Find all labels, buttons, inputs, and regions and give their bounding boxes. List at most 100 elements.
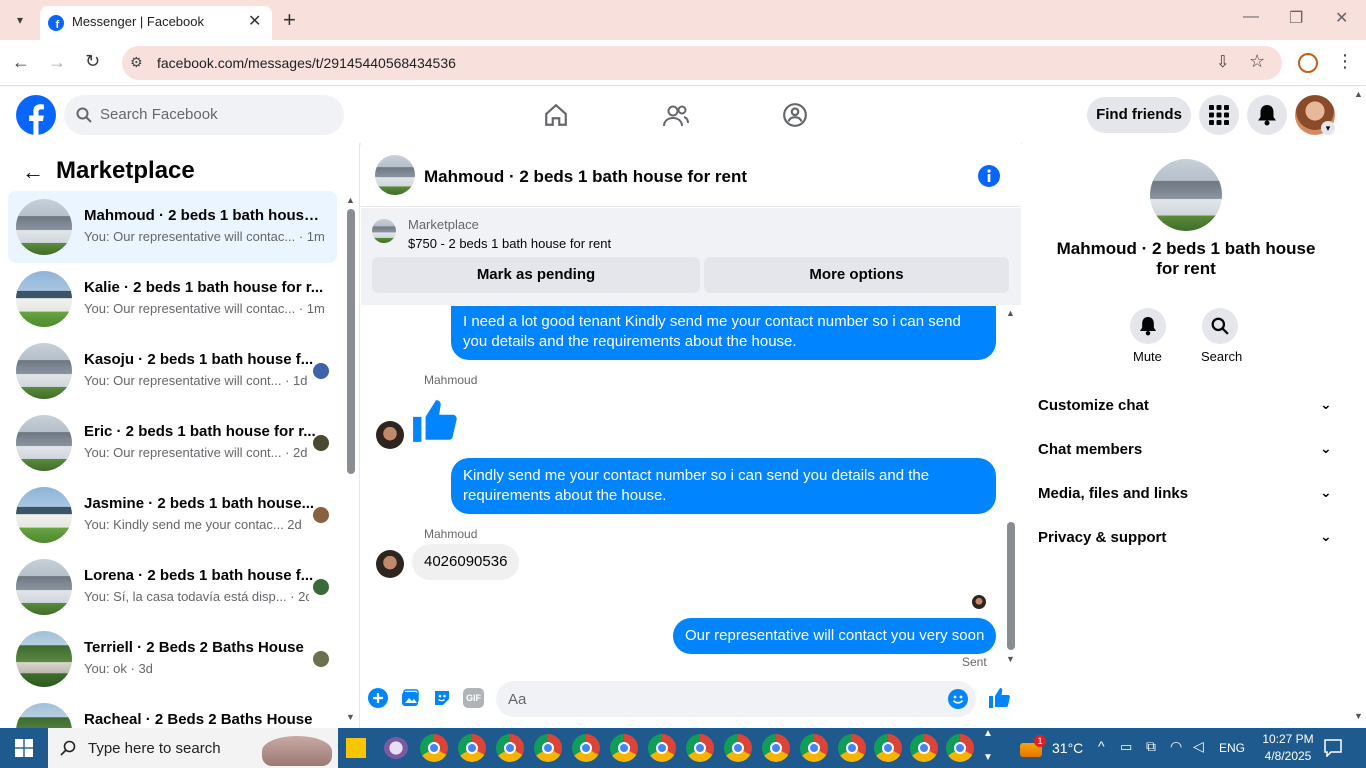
chat-scroll-up-icon[interactable]: ▲	[1006, 308, 1015, 318]
chrome-window-icon[interactable]	[874, 734, 902, 762]
home-icon[interactable]	[543, 102, 569, 128]
wifi-icon[interactable]: ◠	[1170, 738, 1182, 755]
maximize-icon[interactable]: ❐	[1289, 8, 1303, 28]
outgoing-message[interactable]: Our representative will contact you very…	[673, 618, 997, 654]
sender-avatar[interactable]	[376, 421, 404, 449]
chrome-window-icon[interactable]	[534, 734, 562, 762]
chat-members-section[interactable]: Chat members ⌄	[1038, 429, 1338, 469]
clock-date[interactable]: 4/8/2025	[1262, 749, 1314, 763]
groups-icon[interactable]	[782, 102, 808, 128]
chat-scrollbar-thumb[interactable]	[1007, 522, 1015, 650]
chrome-window-icon[interactable]	[420, 734, 448, 762]
friends-icon[interactable]	[662, 103, 690, 129]
sender-avatar[interactable]	[376, 550, 404, 578]
profile-icon[interactable]	[1298, 53, 1318, 73]
windows-start-icon[interactable]	[15, 739, 33, 757]
conversation-item[interactable]: Eric · 2 beds 1 bath house for r... You:…	[8, 407, 337, 479]
mark-as-pending-button[interactable]: Mark as pending	[372, 257, 700, 293]
find-friends-button[interactable]: Find friends	[1087, 97, 1191, 133]
url-text[interactable]: facebook.com/messages/t/2914544056843453…	[157, 55, 456, 71]
chrome-window-icon[interactable]	[686, 734, 714, 762]
temperature[interactable]: 31°C	[1052, 740, 1083, 756]
more-options-button[interactable]: More options	[704, 257, 1009, 293]
chrome-window-icon[interactable]	[648, 734, 676, 762]
media-files-links-section[interactable]: Media, files and links ⌄	[1038, 473, 1338, 513]
gif-icon[interactable]: GIF	[463, 688, 484, 708]
bookmark-star-icon[interactable]: ☆	[1249, 51, 1265, 72]
search-chat-button[interactable]	[1202, 308, 1238, 344]
language-indicator[interactable]: ENG	[1219, 741, 1245, 755]
conversation-item[interactable]: Kalie · 2 beds 1 bath house for r... You…	[8, 263, 337, 335]
chrome-window-icon[interactable]	[838, 734, 866, 762]
chrome-window-icon[interactable]	[496, 734, 524, 762]
close-window-icon[interactable]: ✕	[1335, 8, 1348, 28]
install-app-icon[interactable]: ⇩	[1216, 52, 1229, 72]
conversation-item[interactable]: Jasmine · 2 beds 1 bath house... You: Ki…	[8, 479, 337, 551]
taskbar-search-box[interactable]: Type here to search	[48, 728, 338, 768]
chrome-window-icon[interactable]	[724, 734, 752, 762]
conversation-item[interactable]: Mahmoud · 2 beds 1 bath house... You: Ou…	[8, 191, 337, 263]
tab-close-icon[interactable]: ✕	[248, 11, 261, 31]
weather-icon[interactable]: 1	[1020, 735, 1046, 757]
new-tab-icon[interactable]: +	[283, 7, 296, 33]
facebook-logo-icon[interactable]	[16, 95, 56, 135]
paint-app-icon[interactable]	[384, 737, 408, 759]
account-chevron-down-icon[interactable]: ▾	[1321, 121, 1335, 135]
tray-chevron-up-icon[interactable]: ^	[1098, 738, 1105, 754]
notification-center-icon[interactable]	[1324, 739, 1342, 757]
incoming-message[interactable]: 4026090536	[412, 544, 520, 580]
taskbar-scroll-up-icon[interactable]: ▲	[983, 728, 993, 739]
back-arrow-icon[interactable]: ←	[12, 52, 30, 73]
taskbar-scroll-down-icon[interactable]: ▼	[983, 752, 993, 763]
chrome-window-icon[interactable]	[946, 734, 974, 762]
browser-menu-icon[interactable]: ⋮	[1336, 51, 1354, 72]
outgoing-message[interactable]: I need a lot good tenant Kindly send me …	[451, 306, 996, 360]
mute-button[interactable]	[1130, 308, 1166, 344]
minimize-icon[interactable]: —	[1243, 8, 1259, 26]
chrome-window-icon[interactable]	[762, 734, 790, 762]
sticky-notes-icon[interactable]	[346, 738, 366, 758]
privacy-support-section[interactable]: Privacy & support ⌄	[1038, 517, 1338, 557]
volume-icon[interactable]: ◁	[1193, 738, 1204, 755]
forward-arrow-icon[interactable]: →	[48, 52, 66, 73]
chrome-window-icon[interactable]	[572, 734, 600, 762]
info-icon[interactable]	[978, 165, 1000, 187]
customize-chat-section[interactable]: Customize chat ⌄	[1038, 385, 1338, 425]
tab-search-button[interactable]: ▾	[6, 6, 34, 34]
facebook-search-box[interactable]: Search Facebook	[64, 95, 344, 135]
url-box[interactable]: ⚙ facebook.com/messages/t/29145440568434…	[122, 46, 1282, 80]
camera-icon[interactable]: ⧉	[1146, 738, 1156, 755]
photo-icon[interactable]	[400, 688, 420, 708]
back-arrow-icon[interactable]: ←	[22, 159, 44, 185]
menu-grid-button[interactable]	[1199, 95, 1239, 135]
chat-scroll-down-icon[interactable]: ▼	[1006, 654, 1015, 664]
conversation-item[interactable]: Racheal · 2 Beds 2 Baths House	[8, 695, 337, 728]
conversation-item[interactable]: Kasoju · 2 beds 1 bath house f... You: O…	[8, 335, 337, 407]
chrome-window-icon[interactable]	[458, 734, 486, 762]
chrome-window-icon[interactable]	[800, 734, 828, 762]
chat-title[interactable]: Mahmoud · 2 beds 1 bath house for rent	[424, 167, 747, 187]
page-scroll-down-icon[interactable]: ▼	[1354, 711, 1363, 721]
chrome-window-icon[interactable]	[910, 734, 938, 762]
chrome-window-icon[interactable]	[610, 734, 638, 762]
browser-tab[interactable]: f Messenger | Facebook ✕	[40, 6, 272, 40]
page-scrollbar[interactable]: ▲ ▼	[1352, 87, 1366, 728]
conversation-item[interactable]: Terriell · 2 Beds 2 Baths House You: ok …	[8, 623, 337, 695]
listing-price[interactable]: $750 - 2 beds 1 bath house for rent	[408, 236, 611, 251]
reload-icon[interactable]: ↻	[85, 51, 100, 72]
message-input[interactable]: Aa	[496, 681, 976, 717]
page-scroll-up-icon[interactable]: ▲	[1354, 89, 1363, 99]
notifications-button[interactable]	[1247, 95, 1287, 135]
send-like-icon[interactable]	[988, 686, 1012, 710]
thumbs-up-icon[interactable]	[411, 396, 461, 446]
outgoing-message[interactable]: Kindly send me your contact number so i …	[451, 458, 996, 514]
plus-circle-icon[interactable]	[368, 688, 388, 708]
site-settings-icon[interactable]: ⚙	[130, 54, 143, 71]
left-scrollbar-thumb[interactable]	[347, 209, 355, 474]
listing-large-thumbnail[interactable]	[1150, 159, 1222, 231]
emoji-icon[interactable]	[948, 689, 968, 709]
battery-icon[interactable]: ▭	[1120, 739, 1132, 755]
clock-time[interactable]: 10:27 PM	[1262, 732, 1314, 746]
conversation-item[interactable]: Lorena · 2 beds 1 bath house f... You: S…	[8, 551, 337, 623]
chat-avatar[interactable]	[375, 155, 415, 195]
